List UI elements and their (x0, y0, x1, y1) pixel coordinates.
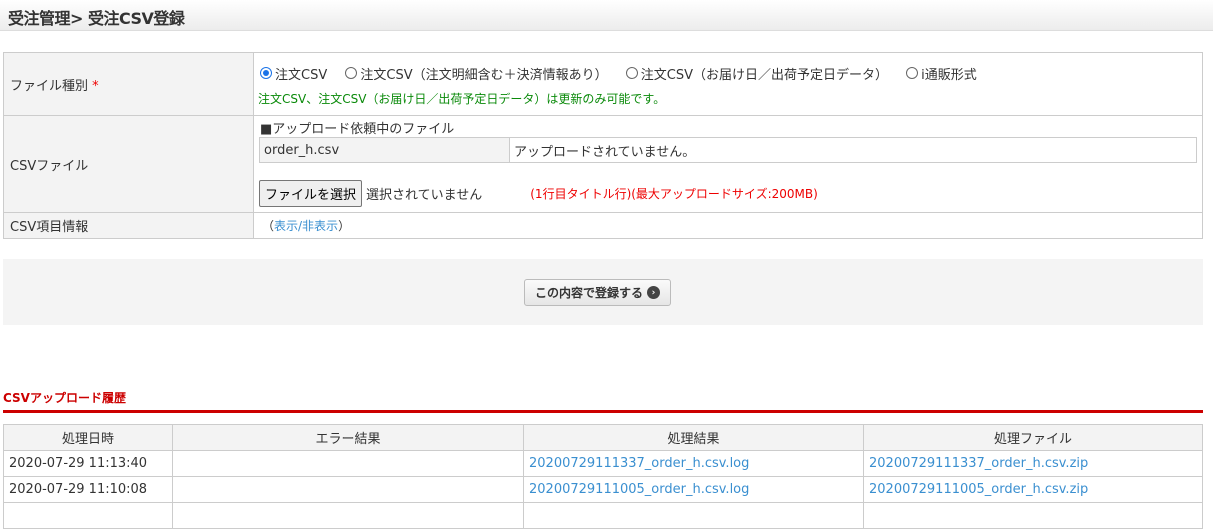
error-cell (172, 450, 524, 477)
col-file: 処理ファイル (863, 424, 1203, 451)
action-bar: この内容で登録する › (3, 259, 1203, 325)
date-cell (3, 502, 173, 529)
error-cell (172, 502, 524, 529)
pending-title: ■アップロード依頼中のファイル (260, 122, 455, 137)
result-log-link[interactable]: 20200729111005_order_h.csv.log (529, 482, 749, 497)
radio-label: i通販形式 (921, 67, 977, 83)
radio-label: 注文CSV（注文明細含む＋決済情報あり） (360, 67, 608, 83)
table-row (3, 502, 1203, 529)
radio-icon[interactable] (625, 67, 638, 79)
chevron-right-icon: › (647, 286, 660, 299)
submit-button[interactable]: この内容で登録する › (524, 279, 671, 306)
toggle-csv-info-link[interactable]: 表示/非表示 (274, 219, 338, 233)
radio-order-csv-delivery[interactable]: 注文CSV（お届け日／出荷予定日データ） (625, 64, 888, 83)
pending-file-status: アップロードされていません。 (509, 137, 1197, 163)
csv-info-label: CSV項目情報 (3, 212, 254, 239)
file-zip-link[interactable]: 20200729111005_order_h.csv.zip (869, 482, 1088, 497)
paren: （ (262, 219, 275, 233)
radio-icon[interactable] (345, 67, 358, 79)
history-table: 処理日時 エラー結果 処理結果 処理ファイル 2020-07-29 11:13:… (3, 424, 1203, 529)
divider (3, 410, 1203, 413)
submit-label: この内容で登録する (534, 286, 643, 300)
radio-order-csv[interactable]: 注文CSV (260, 64, 327, 83)
history-title: CSVアップロード履歴 (3, 391, 126, 405)
file-cell (863, 502, 1203, 529)
result-log-link[interactable]: 20200729111337_order_h.csv.log (529, 456, 749, 471)
label-text: ファイル種別 (10, 78, 89, 94)
page-header: 受注管理> 受注CSV登録 (0, 0, 1213, 31)
date-cell: 2020-07-29 11:10:08 (3, 476, 173, 503)
required-mark: * (92, 78, 99, 94)
radio-icon[interactable] (906, 67, 919, 79)
error-cell (172, 476, 524, 503)
page-title: 受注管理> 受注CSV登録 (8, 9, 185, 28)
file-type-label: ファイル種別 * (3, 52, 254, 116)
col-result: 処理結果 (523, 424, 864, 451)
col-error: エラー結果 (172, 424, 524, 451)
paren: ） (338, 219, 351, 233)
table-row: 2020-07-29 11:10:08 20200729111005_order… (3, 476, 1203, 503)
radio-i-tsuhan[interactable]: i通販形式 (906, 64, 977, 83)
radio-label: 注文CSV（お届け日／出荷予定日データ） (640, 67, 888, 83)
radio-order-csv-detail[interactable]: 注文CSV（注文明細含む＋決済情報あり） (345, 64, 608, 83)
radio-icon[interactable] (260, 67, 272, 79)
date-cell: 2020-07-29 11:13:40 (3, 450, 173, 477)
result-cell (523, 502, 864, 529)
upload-note: (1行目タイトル行)(最大アップロードサイズ:200MB) (530, 187, 818, 201)
no-file-text: 選択されていません (366, 188, 483, 203)
table-row: 2020-07-29 11:13:40 20200729111337_order… (3, 450, 1203, 477)
file-zip-link[interactable]: 20200729111337_order_h.csv.zip (869, 456, 1088, 471)
csv-file-label: CSVファイル (3, 115, 254, 213)
choose-file-button[interactable]: ファイルを選択 (259, 180, 363, 207)
pending-files-table: order_h.csv アップロードされていません。 (259, 137, 1197, 163)
radio-label: 注文CSV (275, 67, 328, 83)
col-date: 処理日時 (3, 424, 173, 451)
csv-upload-form: ファイル種別 * 注文CSV 注文CSV（注文明細含む＋決済情報あり） 注文CS… (3, 52, 1203, 239)
pending-file-name: order_h.csv (259, 137, 510, 163)
